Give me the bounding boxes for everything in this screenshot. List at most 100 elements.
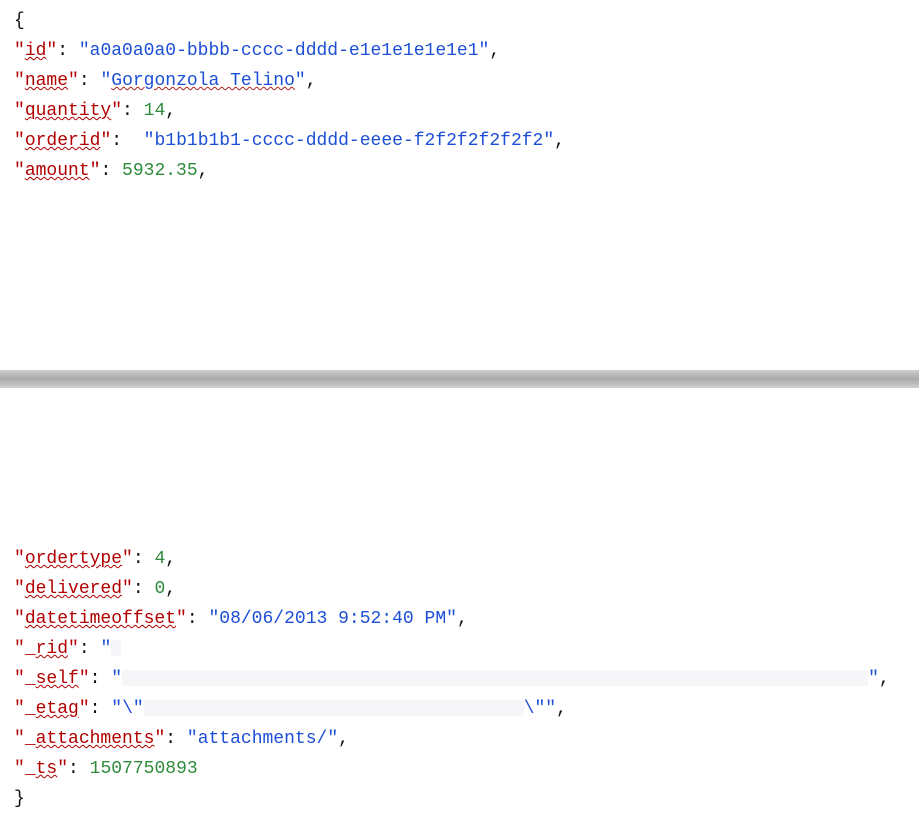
quote: " bbox=[111, 699, 122, 719]
id-value: a0a0a0a0-bbbb-cccc-dddd-e1e1e1e1e1e1 bbox=[90, 41, 479, 61]
quote: " bbox=[14, 41, 25, 61]
comma: , bbox=[489, 41, 500, 61]
ordertype-value: 4 bbox=[154, 549, 165, 569]
quote: " bbox=[100, 71, 111, 91]
ordertype-key: ordertype bbox=[25, 549, 122, 569]
brace-open: { bbox=[14, 11, 25, 31]
colon: : bbox=[165, 729, 187, 749]
colon: : bbox=[90, 699, 112, 719]
brace-close-line: } bbox=[14, 784, 905, 814]
quantity-line: "quantity": 14, bbox=[14, 96, 905, 126]
colon: : bbox=[133, 549, 155, 569]
quote: " bbox=[14, 759, 25, 779]
redacted-value bbox=[144, 700, 524, 716]
quote: " bbox=[79, 41, 90, 61]
comma: , bbox=[165, 101, 176, 121]
json-bottom-block: "ordertype": 4, "delivered": 0, "datetim… bbox=[0, 538, 919, 820]
amount-key: amount bbox=[25, 161, 90, 181]
quote: " bbox=[122, 549, 133, 569]
orderid-key: orderid bbox=[25, 131, 101, 151]
comma: , bbox=[554, 131, 565, 151]
self-line: "_self": "", bbox=[14, 664, 905, 694]
quote: " bbox=[479, 41, 490, 61]
quote: " bbox=[14, 549, 25, 569]
quote: " bbox=[208, 609, 219, 629]
quote: " bbox=[90, 161, 101, 181]
comma: , bbox=[338, 729, 349, 749]
quote: " bbox=[46, 41, 57, 61]
ordertype-line: "ordertype": 4, bbox=[14, 544, 905, 574]
quote: " bbox=[14, 699, 25, 719]
whitespace-gap bbox=[0, 388, 919, 538]
delivered-value: 0 bbox=[154, 579, 165, 599]
quantity-value: 14 bbox=[144, 101, 166, 121]
datetimeoffset-line: "datetimeoffset": "08/06/2013 9:52:40 PM… bbox=[14, 604, 905, 634]
quote: " bbox=[111, 669, 122, 689]
quote: " bbox=[68, 639, 79, 659]
datetimeoffset-key: datetimeoffset bbox=[25, 609, 176, 629]
id-key: id bbox=[25, 41, 47, 61]
quantity-key: quantity bbox=[25, 101, 111, 121]
delivered-line: "delivered": 0, bbox=[14, 574, 905, 604]
quote: " bbox=[122, 579, 133, 599]
datetimeoffset-value: 08/06/2013 9:52:40 PM bbox=[219, 609, 446, 629]
quote: " bbox=[14, 71, 25, 91]
brace-open-line: { bbox=[14, 6, 905, 36]
quote: " bbox=[111, 101, 122, 121]
quote: " bbox=[187, 729, 198, 749]
etag-line: "_etag": "\"\"", bbox=[14, 694, 905, 724]
colon: : bbox=[79, 639, 101, 659]
name-key: name bbox=[25, 71, 68, 91]
quote: " bbox=[327, 729, 338, 749]
comma: , bbox=[457, 609, 468, 629]
quote: " bbox=[144, 131, 155, 151]
ts-line: "_ts": 1507750893 bbox=[14, 754, 905, 784]
quote: " bbox=[79, 699, 90, 719]
redacted-value bbox=[122, 670, 868, 686]
comma: , bbox=[198, 161, 209, 181]
colon: : bbox=[122, 101, 144, 121]
quote: " bbox=[14, 669, 25, 689]
quote: " bbox=[14, 609, 25, 629]
quote: " bbox=[100, 639, 111, 659]
attachments-value: attachments/ bbox=[198, 729, 328, 749]
colon: : bbox=[111, 131, 133, 151]
quote: " bbox=[446, 609, 457, 629]
quote: " bbox=[14, 729, 25, 749]
quote: " bbox=[14, 639, 25, 659]
whitespace-gap bbox=[0, 192, 919, 370]
comma: , bbox=[879, 669, 890, 689]
quote: " bbox=[68, 71, 79, 91]
quote: " bbox=[154, 729, 165, 749]
attachments-line: "_attachments": "attachments/", bbox=[14, 724, 905, 754]
colon: : bbox=[187, 609, 209, 629]
orderid-line: "orderid": "b1b1b1b1-cccc-dddd-eeee-f2f2… bbox=[14, 126, 905, 156]
json-top-block: { "id": "a0a0a0a0-bbbb-cccc-dddd-e1e1e1e… bbox=[0, 0, 919, 192]
ts-value: 1507750893 bbox=[90, 759, 198, 779]
comma: , bbox=[165, 549, 176, 569]
redacted-value bbox=[111, 640, 121, 656]
brace-close: } bbox=[14, 789, 25, 809]
comma: , bbox=[306, 71, 317, 91]
colon: : bbox=[100, 161, 122, 181]
colon: : bbox=[79, 71, 101, 91]
delivered-key: delivered bbox=[25, 579, 122, 599]
quote: " bbox=[14, 101, 25, 121]
rid-line: "__ridrid": " bbox=[14, 634, 905, 664]
quote: " bbox=[295, 71, 306, 91]
quote: " bbox=[14, 131, 25, 151]
quote: " bbox=[57, 759, 68, 779]
amount-value: 5932.35 bbox=[122, 161, 198, 181]
quote: " bbox=[176, 609, 187, 629]
comma: , bbox=[165, 579, 176, 599]
colon: : bbox=[57, 41, 79, 61]
colon: : bbox=[133, 579, 155, 599]
quote: " bbox=[100, 131, 111, 151]
colon: : bbox=[68, 759, 90, 779]
quote: " bbox=[79, 669, 90, 689]
orderid-value: b1b1b1b1-cccc-dddd-eeee-f2f2f2f2f2f2 bbox=[154, 131, 543, 151]
quote: " bbox=[868, 669, 879, 689]
name-line: "name": "Gorgonzola Telino", bbox=[14, 66, 905, 96]
amount-line: "amount": 5932.35, bbox=[14, 156, 905, 186]
name-value: Gorgonzola Telino bbox=[111, 71, 295, 91]
